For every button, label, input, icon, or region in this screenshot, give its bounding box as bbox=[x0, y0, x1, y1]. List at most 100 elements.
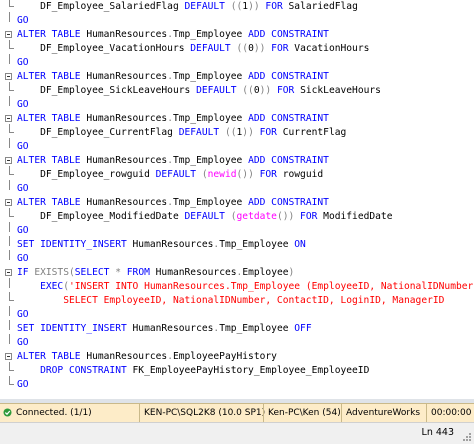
code-token: HumanResources bbox=[132, 323, 214, 334]
code-text: ALTER TABLE HumanResources.Tmp_Employee … bbox=[17, 196, 329, 210]
query-editor[interactable]: DF_Employee_SalariedFlag DEFAULT ((1)) F… bbox=[0, 0, 474, 399]
code-token: HumanResources bbox=[86, 351, 168, 362]
code-token: FK_EmployeePayHistory_Employee_EmployeeI… bbox=[132, 365, 370, 376]
code-token: DEFAULT bbox=[196, 85, 243, 96]
code-token: DF_Employee_VacationHours bbox=[17, 43, 191, 54]
code-token: EmployeePayHistory bbox=[172, 351, 277, 362]
code-token: HumanResources bbox=[86, 29, 168, 40]
resize-grip-icon[interactable] bbox=[462, 432, 472, 442]
code-token: HumanResources bbox=[86, 113, 168, 124]
code-text: GO bbox=[17, 14, 29, 28]
code-token: ADD CONSTRAINT bbox=[248, 197, 329, 208]
database-name: AdventureWorks bbox=[341, 404, 426, 422]
code-token: FROM bbox=[126, 267, 156, 278]
code-token: SickLeaveHours bbox=[300, 85, 381, 96]
outline-guide bbox=[0, 334, 16, 350]
code-token: Employee bbox=[242, 267, 289, 278]
code-text: GO bbox=[17, 336, 29, 350]
code-token: DF_Employee_CurrentFlag bbox=[17, 127, 179, 138]
code-token: ADD CONSTRAINT bbox=[248, 113, 329, 124]
code-text: ALTER TABLE HumanResources.Tmp_Employee … bbox=[17, 70, 329, 84]
collapse-region-icon[interactable] bbox=[0, 28, 16, 42]
code-token: ModifiedDate bbox=[323, 211, 393, 222]
code-token: HumanResources bbox=[86, 197, 168, 208]
code-text: SET IDENTITY_INSERT HumanResources.Tmp_E… bbox=[17, 238, 306, 252]
code-token: HumanResources bbox=[155, 267, 237, 278]
code-token: SET IDENTITY_INSERT bbox=[17, 239, 133, 250]
code-token: ON bbox=[294, 239, 306, 250]
collapse-region-icon[interactable] bbox=[0, 112, 16, 126]
code-token: ADD CONSTRAINT bbox=[248, 29, 329, 40]
elapsed-time-text: 00:00:00 bbox=[431, 408, 472, 418]
outline-guide bbox=[0, 250, 16, 266]
code-token: GO bbox=[17, 57, 29, 68]
code-token: DEFAULT bbox=[190, 43, 237, 54]
collapse-region-icon[interactable] bbox=[0, 154, 16, 168]
collapse-region-icon[interactable] bbox=[0, 350, 16, 364]
collapse-region-icon[interactable] bbox=[0, 70, 16, 84]
code-text: GO bbox=[17, 224, 29, 238]
code-text: GO bbox=[17, 56, 29, 70]
code-token: GO bbox=[17, 379, 29, 390]
code-token: GO bbox=[17, 337, 29, 348]
code-text: DF_Employee_SalariedFlag DEFAULT ((1)) F… bbox=[17, 0, 358, 14]
outline-guide bbox=[0, 138, 16, 154]
code-token: ()) bbox=[236, 169, 254, 180]
code-text: ALTER TABLE HumanResources.Tmp_Employee … bbox=[17, 28, 329, 42]
database-name-text: AdventureWorks bbox=[346, 408, 421, 418]
code-text: EXEC('INSERT INTO HumanResources.Tmp_Emp… bbox=[17, 280, 473, 294]
code-token: HumanResources bbox=[86, 155, 168, 166]
outline-guide bbox=[0, 12, 16, 28]
code-token: Tmp_Employee bbox=[172, 113, 249, 124]
code-text: GO bbox=[17, 252, 29, 266]
outline-guide bbox=[0, 376, 16, 392]
code-text: GO bbox=[17, 378, 29, 392]
code-token: rowguid bbox=[282, 169, 324, 180]
code-token: ) bbox=[288, 267, 295, 278]
code-token: SELECT EmployeeID, NationalIDNumber, Con… bbox=[17, 295, 445, 306]
outline-guide bbox=[0, 96, 16, 112]
collapse-region-icon[interactable] bbox=[0, 266, 16, 280]
code-text: SELECT EmployeeID, NationalIDNumber, Con… bbox=[17, 294, 444, 308]
outline-guide bbox=[0, 208, 16, 224]
code-token: GO bbox=[17, 225, 29, 236]
code-token: GO bbox=[17, 15, 29, 26]
code-token: FOR bbox=[271, 85, 301, 96]
code-text: ALTER TABLE HumanResources.EmployeePayHi… bbox=[17, 350, 277, 364]
elapsed-time: 00:00:00 bbox=[426, 404, 474, 422]
line-indicator: Ln 443 bbox=[421, 427, 454, 438]
code-token: DF_Employee_SickLeaveHours bbox=[17, 85, 197, 96]
collapse-region-icon[interactable] bbox=[0, 196, 16, 210]
code-token: FOR bbox=[259, 1, 289, 12]
code-token: ALTER TABLE bbox=[17, 71, 87, 82]
connection-status: Connected. (1/1) bbox=[0, 404, 139, 422]
code-token: )) bbox=[259, 85, 272, 96]
code-token: DF_Employee_SalariedFlag bbox=[17, 1, 185, 12]
outline-guide bbox=[0, 306, 16, 322]
code-text: IF EXISTS(SELECT * FROM HumanResources.E… bbox=[17, 266, 294, 280]
code-text: DF_Employee_SickLeaveHours DEFAULT ((0))… bbox=[17, 84, 381, 98]
code-token: HumanResources bbox=[86, 71, 168, 82]
outline-guide bbox=[0, 292, 16, 308]
code-text: GO bbox=[17, 308, 29, 322]
code-text: ALTER TABLE HumanResources.Tmp_Employee … bbox=[17, 154, 329, 168]
code-text: DROP CONSTRAINT FK_EmployeePayHistory_Em… bbox=[17, 364, 369, 378]
code-token: DF_Employee_ModifiedDate bbox=[17, 211, 185, 222]
code-token: * bbox=[115, 267, 127, 278]
code-token: (( bbox=[242, 85, 254, 96]
code-token: getdate bbox=[236, 211, 277, 222]
code-text: DF_Employee_VacationHours DEFAULT ((0)) … bbox=[17, 42, 369, 56]
outline-guide bbox=[0, 180, 16, 196]
code-token: 'INSERT INTO HumanResources.Tmp_Employee… bbox=[69, 281, 474, 292]
code-token: )) bbox=[242, 127, 254, 138]
code-token: Tmp_Employee bbox=[172, 29, 249, 40]
code-token: IF bbox=[17, 267, 35, 278]
code-token: GO bbox=[17, 183, 29, 194]
code-token: ALTER TABLE bbox=[17, 29, 87, 40]
code-token: Tmp_Employee bbox=[172, 71, 249, 82]
code-text: DF_Employee_CurrentFlag DEFAULT ((1)) FO… bbox=[17, 126, 346, 140]
code-token: )) bbox=[253, 43, 266, 54]
outline-guide bbox=[0, 222, 16, 238]
